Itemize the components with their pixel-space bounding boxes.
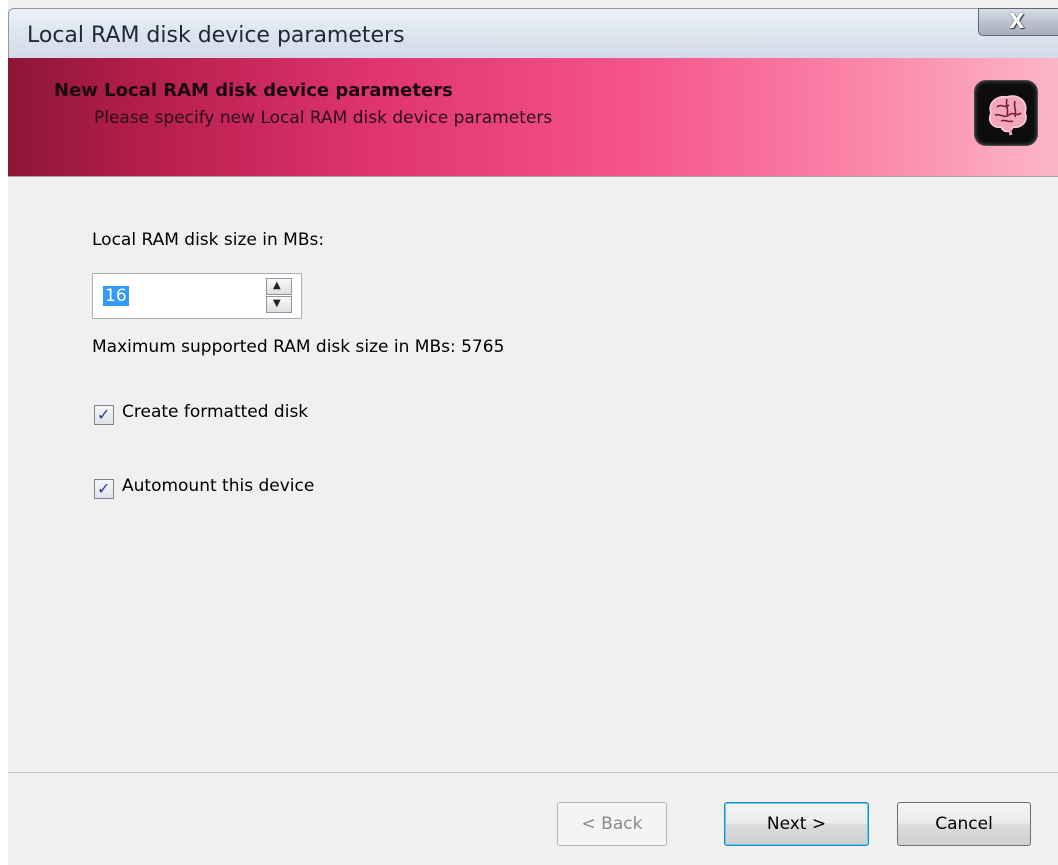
dialog-window: Local RAM disk device parameters X New L… xyxy=(0,0,1058,865)
automount-checkbox[interactable]: ✓ xyxy=(94,479,114,499)
window-left-edge xyxy=(0,0,8,865)
check-icon: ✓ xyxy=(97,405,111,424)
spin-down-button[interactable]: ▼ xyxy=(266,296,292,313)
size-value[interactable]: 16 xyxy=(103,286,129,306)
cancel-button[interactable]: Cancel xyxy=(897,802,1031,846)
header-title: New Local RAM disk device parameters xyxy=(54,80,453,101)
window-title: Local RAM disk device parameters xyxy=(27,23,405,48)
size-label: Local RAM disk size in MBs: xyxy=(92,230,325,250)
size-spin-input[interactable]: 16 ▲ ▼ xyxy=(92,273,302,319)
spin-up-button[interactable]: ▲ xyxy=(266,278,292,295)
close-button[interactable]: X xyxy=(978,8,1058,36)
check-icon: ✓ xyxy=(97,479,111,498)
header-banner: New Local RAM disk device parameters Ple… xyxy=(8,58,1058,176)
automount-label[interactable]: Automount this device xyxy=(122,476,314,496)
brain-icon xyxy=(974,80,1038,146)
header-subtitle: Please specify new Local RAM disk device… xyxy=(94,108,553,128)
header-divider xyxy=(8,176,1058,177)
arrow-up-icon: ▲ xyxy=(273,280,281,291)
max-size-text: Maximum supported RAM disk size in MBs: … xyxy=(92,337,505,357)
next-button[interactable]: Next > xyxy=(724,802,869,846)
create-formatted-checkbox-row[interactable]: ✓ Create formatted disk xyxy=(94,402,354,428)
arrow-down-icon: ▼ xyxy=(273,298,281,309)
close-icon: X xyxy=(1009,9,1025,33)
automount-checkbox-row[interactable]: ✓ Automount this device xyxy=(94,476,354,502)
title-bar[interactable]: Local RAM disk device parameters xyxy=(8,8,1058,58)
footer-divider xyxy=(8,772,1058,773)
back-button[interactable]: < Back xyxy=(557,802,667,846)
create-formatted-label[interactable]: Create formatted disk xyxy=(122,402,308,422)
create-formatted-checkbox[interactable]: ✓ xyxy=(94,405,114,425)
